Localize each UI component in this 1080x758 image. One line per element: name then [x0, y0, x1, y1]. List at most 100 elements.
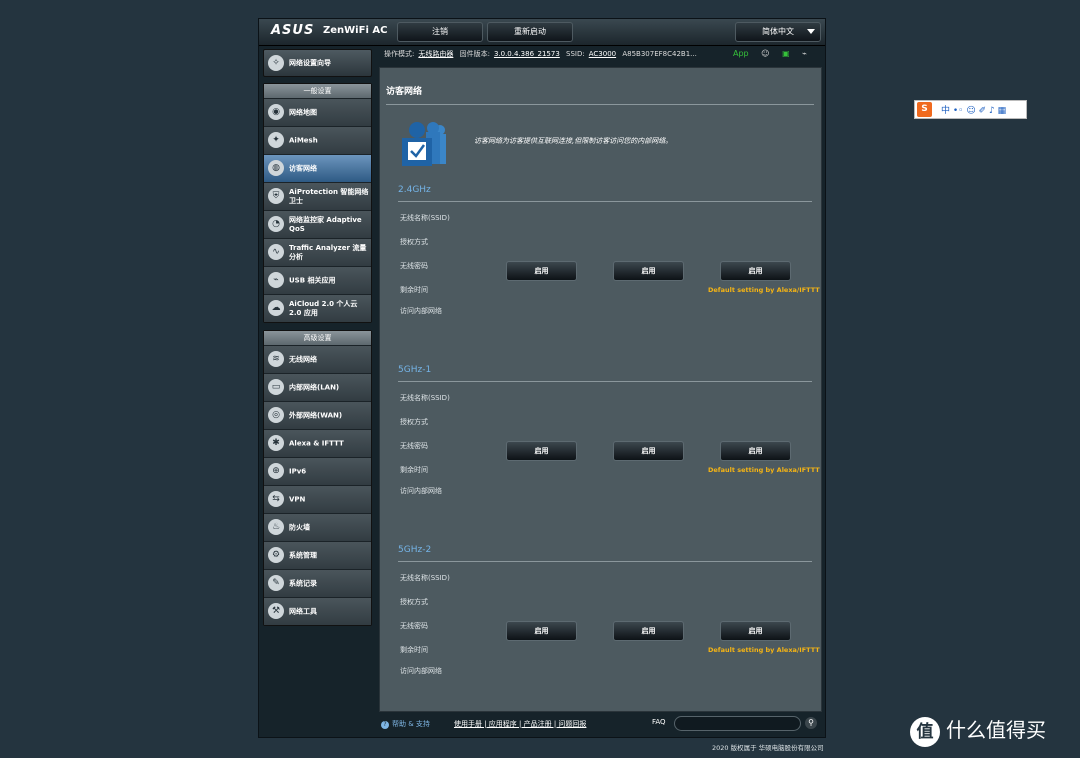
- tools-icon: ⚒: [268, 603, 284, 619]
- field-label: 无线名称(SSID): [400, 574, 450, 582]
- aimesh-icon: ✦: [268, 132, 284, 148]
- field-label: 剩余时间: [400, 286, 428, 294]
- alexa-default-note: Default setting by Alexa/IFTTT: [708, 646, 820, 654]
- watermark-text: 什么值得买: [946, 718, 1046, 742]
- lan-icon: ▭: [268, 379, 284, 395]
- field-label: 无线密码: [400, 442, 428, 450]
- sidebar-item-label: 网络监控家 Adaptive QoS: [289, 215, 362, 233]
- sogou-logo-icon[interactable]: S: [917, 102, 932, 117]
- ime-tools[interactable]: 中 •◦ ☺ ✐ ♪ ▦: [941, 103, 1006, 116]
- sidebar-item-cloud[interactable]: ☁ AiCloud 2.0 个人云 2.0 应用: [264, 294, 371, 322]
- field-label: 访问内部网络: [400, 487, 442, 495]
- sidebar-item-label: IPv6: [289, 467, 307, 475]
- enable-button[interactable]: 启用: [613, 261, 684, 281]
- gauge-icon: ◔: [268, 216, 284, 232]
- chevron-down-icon: [807, 29, 815, 34]
- sidebar-item-traffic[interactable]: ∿ Traffic Analyzer 流量分析: [264, 238, 371, 266]
- firmware-link[interactable]: 3.0.0.4.386_21573: [494, 50, 560, 58]
- enable-button[interactable]: 启用: [720, 621, 791, 641]
- search-icon[interactable]: ⚲: [805, 717, 817, 729]
- sidebar-item-wan[interactable]: ◎ 外部网络(WAN): [264, 401, 371, 429]
- sidebar-item-label: AiProtection 智能网络卫士: [289, 187, 369, 205]
- sidebar-item-label: 网络地图: [289, 108, 317, 116]
- sidebar-item-lan[interactable]: ▭ 内部网络(LAN): [264, 373, 371, 401]
- enable-button[interactable]: 启用: [506, 261, 577, 281]
- field-label: 无线名称(SSID): [400, 214, 450, 222]
- sidebar-item-label: 外部网络(WAN): [289, 411, 343, 419]
- sidebar-item-gauge[interactable]: ◔ 网络监控家 Adaptive QoS: [264, 210, 371, 238]
- band-heading: 2.4GHz: [398, 185, 431, 195]
- sidebar-item-alexa[interactable]: ✱ Alexa & IFTTT: [264, 429, 371, 457]
- sidebar-item-ipv6[interactable]: ⊕ IPv6: [264, 457, 371, 485]
- qis-label: 网络设置向导: [289, 59, 331, 67]
- advanced-settings-menu: 高级设置 ≋ 无线网络 ▭ 内部网络(LAN) ◎ 外部网络(WAN) ✱ Alexa & I…: [263, 330, 372, 626]
- asus-logo: ASUS: [271, 23, 315, 38]
- sidebar-item-shield[interactable]: ⛨ AiProtection 智能网络卫士: [264, 182, 371, 210]
- sidebar-item-wireless[interactable]: ≋ 无线网络: [264, 345, 371, 373]
- sidebar-item-label: 防火墙: [289, 523, 310, 531]
- guest-users-icon: [402, 122, 446, 166]
- sidebar-item-label: 访客网络: [289, 164, 317, 172]
- ssid-link[interactable]: AC3000: [589, 50, 616, 58]
- sidebar-item-label: 内部网络(LAN): [289, 383, 340, 391]
- band-divider: [398, 561, 812, 562]
- mode-link[interactable]: 无线路由器: [418, 49, 453, 59]
- sidebar-item-label: AiCloud 2.0 个人云 2.0 应用: [289, 299, 358, 317]
- sidebar-item-tools[interactable]: ⚒ 网络工具: [264, 597, 371, 625]
- model-name: ZenWiFi AC: [323, 25, 388, 36]
- sidebar-item-label: 网络工具: [289, 607, 317, 615]
- cloud-icon: ☁: [268, 300, 284, 316]
- network-status-icon[interactable]: ▣: [782, 49, 790, 58]
- footer-links[interactable]: 使用手册 | 应用程序 | 产品注册 | 问题回报: [454, 719, 586, 729]
- enable-button[interactable]: 启用: [506, 441, 577, 461]
- enable-button[interactable]: 启用: [720, 261, 791, 281]
- usb-status-icon[interactable]: ⌁: [802, 49, 807, 58]
- sidebar-item-label: 系统管理: [289, 551, 317, 559]
- page-title: 访客网络: [386, 87, 423, 97]
- band-divider: [398, 381, 812, 382]
- sidebar-item-firewall[interactable]: ♨ 防火墙: [264, 513, 371, 541]
- faq-label: FAQ: [652, 718, 666, 726]
- sidebar-item-label: 无线网络: [289, 355, 317, 363]
- firewall-icon: ♨: [268, 519, 284, 535]
- general-settings-menu: 一般设置 ◉ 网络地图 ✦ AiMesh ◍ 访客网络 ⛨ AiProtection 智能网络…: [263, 83, 372, 323]
- log-icon: ✎: [268, 575, 284, 591]
- qis-wizard-button[interactable]: ✧ 网络设置向导: [263, 49, 372, 77]
- band-heading: 5GHz-1: [398, 365, 432, 375]
- sidebar-item-vpn[interactable]: ⇆ VPN: [264, 485, 371, 513]
- sidebar-item-label: Traffic Analyzer 流量分析: [289, 243, 367, 261]
- sidebar-item-usb[interactable]: ⌁ USB 相关应用: [264, 266, 371, 294]
- sidebar-item-label: AiMesh: [289, 136, 318, 144]
- sidebar-item-aimesh[interactable]: ✦ AiMesh: [264, 126, 371, 154]
- footer-bar: ? 帮助 & 支持 使用手册 | 应用程序 | 产品注册 | 问题回报 FAQ ⚲: [379, 715, 820, 733]
- page-description: 访客网络为访客提供互联网连接,但限制访客访问您的内部网络。: [474, 137, 673, 145]
- enable-button[interactable]: 启用: [720, 441, 791, 461]
- user-icon[interactable]: ☺: [761, 49, 769, 58]
- reboot-button[interactable]: 重新启动: [487, 22, 573, 42]
- alexa-icon: ✱: [268, 435, 284, 451]
- ssid-label: SSID:: [566, 50, 585, 58]
- sidebar-item-network-map[interactable]: ◉ 网络地图: [264, 98, 371, 126]
- watermark-logo: 值: [910, 716, 940, 747]
- admin-icon: ⚙: [268, 547, 284, 563]
- logout-button[interactable]: 注销: [397, 22, 483, 42]
- alexa-default-note: Default setting by Alexa/IFTTT: [708, 286, 820, 294]
- sidebar-item-label: USB 相关应用: [289, 276, 336, 284]
- help-support-link[interactable]: ? 帮助 & 支持: [381, 719, 430, 729]
- ime-toolbar[interactable]: S 中 •◦ ☺ ✐ ♪ ▦: [914, 100, 1027, 119]
- faq-search-input[interactable]: [674, 716, 801, 731]
- enable-button[interactable]: 启用: [506, 621, 577, 641]
- sidebar-item-label: VPN: [289, 495, 306, 503]
- wizard-icon: ✧: [268, 55, 284, 71]
- sidebar-item-admin[interactable]: ⚙ 系统管理: [264, 541, 371, 569]
- language-select[interactable]: 简体中文: [735, 22, 821, 42]
- sidebar-item-guest-network[interactable]: ◍ 访客网络: [264, 154, 371, 182]
- enable-button[interactable]: 启用: [613, 441, 684, 461]
- field-label: 无线密码: [400, 622, 428, 630]
- enable-button[interactable]: 启用: [613, 621, 684, 641]
- sidebar-item-log[interactable]: ✎ 系统记录: [264, 569, 371, 597]
- field-label: 剩余时间: [400, 466, 428, 474]
- app-link[interactable]: App: [733, 49, 749, 58]
- mode-label: 操作模式:: [384, 50, 415, 58]
- copyright: 2020 版权属于 华硕电脑股份有限公司: [712, 744, 824, 752]
